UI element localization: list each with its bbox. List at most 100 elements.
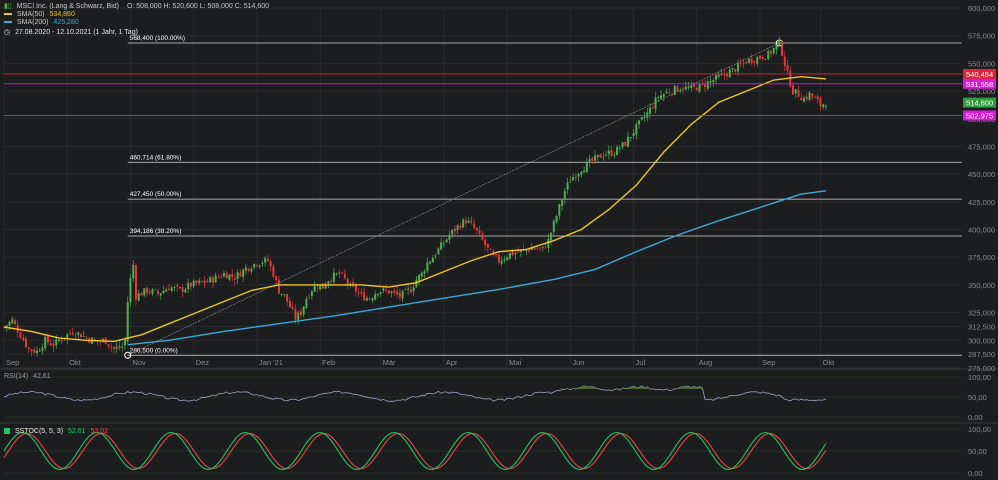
candle-body [552,221,555,232]
candle-body [173,286,176,288]
candle-body [695,87,698,91]
candle-body [247,268,250,271]
candle-body [629,136,632,138]
candle-body [236,272,239,279]
candle-body [352,282,355,287]
candle-body [200,281,203,282]
candle-body [44,336,47,349]
candle-body [423,271,426,274]
stoch-label: SSTOC(5, 5, 3) [14,428,64,435]
candle-body [434,255,437,257]
candle-body [261,263,264,265]
candle-body [151,289,154,294]
candle-body [709,80,712,83]
fib-level-label: 460,714 (61.80%) [130,154,182,161]
candle-body [750,58,753,63]
candle-body [156,290,159,294]
x-tick-label: Sep [6,358,19,367]
x-tick-label: Okt [823,358,836,367]
y-tick-label: 275,000 [968,364,995,373]
x-tick-label: Dez [196,358,210,367]
candle-body [684,86,687,90]
candle-body [794,89,797,94]
candle-body [550,232,553,241]
candle-body [596,154,599,157]
candle-body [580,171,583,175]
candle-body [621,142,624,148]
candle-body [162,290,165,294]
stoch-k-value: 52,61 [68,428,86,435]
candle-body [269,261,272,267]
candle-body [49,343,52,346]
candle-body [517,251,520,253]
candle-body [407,288,410,290]
x-tick-label: Apr [446,358,458,367]
candle-body [440,242,443,250]
candle-body [588,159,591,163]
candle-body [192,280,195,287]
candle-body [778,39,781,46]
candle-body [599,153,602,158]
candle-body [203,280,206,283]
candle-body [671,93,674,95]
candle-body [583,170,586,173]
candle-body [211,277,214,283]
candle-body [275,276,278,280]
candle-body [299,311,302,316]
chart-title-row: ▮▯ MSCI Inc. (Lang & Schwarz, Bid) O: 50… [4,2,269,10]
candle-body [220,276,223,278]
candle-body [305,299,308,308]
candle-body [170,287,173,291]
candle-body [429,261,432,264]
price-badge-label: 502,975 [966,111,993,120]
candle-body [335,273,338,275]
candle-body [797,90,800,97]
y-tick-label: 425,000 [968,198,995,207]
candle-body [291,306,294,310]
candle-body [638,120,641,125]
y-tick-label: 350,000 [968,281,995,290]
candle-body [462,219,465,228]
y-tick-label: 325,000 [968,309,995,318]
candle-body [121,346,124,348]
candle-body [456,225,459,230]
candle-body [412,287,415,292]
y-tick-label: 375,000 [968,253,995,262]
y-tick-label: 400,000 [968,226,995,235]
candle-body [693,84,696,87]
candle-body [368,298,371,300]
candle-body [577,173,580,177]
candle-body [635,124,638,135]
candle-body [22,337,25,341]
candle-body [184,289,187,293]
rsi-value: 42,61 [33,373,51,380]
candle-body [734,68,737,72]
stoch-swatch [4,428,10,435]
stoch-tick-label: 50,00 [968,447,987,456]
candle-body [332,272,335,283]
candle-body [566,182,569,190]
candle-body [244,267,247,271]
candle-body [470,220,473,223]
candle-body [649,107,652,114]
candle-body [753,61,756,63]
candle-body [294,309,297,320]
candle-body [82,335,85,337]
candle-body [374,294,377,300]
price-chart[interactable]: 568,400 (100.00%) 460,714 (61.80%) 427,450… [0,0,998,480]
candle-body [132,264,135,279]
candle-body [770,51,773,54]
candle-body [805,96,808,100]
y-tick-label: 575,000 [968,32,995,41]
candle-body [8,321,11,326]
candle-body [786,64,789,71]
candle-body [79,333,82,338]
candle-body [544,247,547,249]
candle-body [816,96,819,100]
x-tick-label: Sep [762,358,775,367]
candle-body [767,50,770,60]
candle-body [739,62,742,64]
candle-body [55,339,58,346]
candle-body [283,294,286,296]
sma50-legend: SMA(50) 534,860 [4,11,75,18]
